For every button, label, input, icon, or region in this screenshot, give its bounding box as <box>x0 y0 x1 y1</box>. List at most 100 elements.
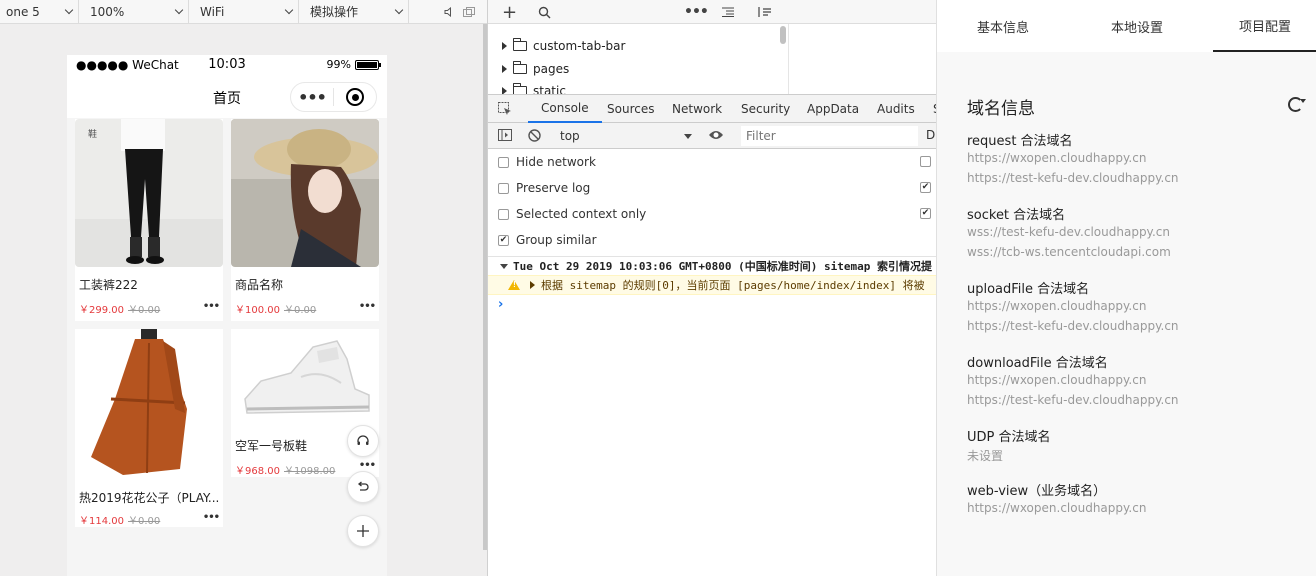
product-price: ￥114.00 ￥0.00 <box>79 516 161 527</box>
expand-arrow-icon <box>502 42 507 50</box>
more-icon[interactable]: ••• <box>684 0 709 24</box>
console-filter-input[interactable] <box>741 126 918 146</box>
original-price: ￥0.00 <box>128 305 161 316</box>
inspect-element-icon[interactable] <box>498 95 512 123</box>
checkbox-checked[interactable]: ✔ <box>920 208 931 219</box>
tab-security[interactable]: Security <box>741 95 790 123</box>
more-icon[interactable]: ••• <box>359 460 376 471</box>
more-icon[interactable]: ••• <box>203 512 220 523</box>
tab-basic-info[interactable]: 基本信息 <box>943 0 1063 52</box>
tab-appdata[interactable]: AppData <box>807 95 859 123</box>
upload-domain-label: uploadFile 合法域名 <box>967 282 1090 297</box>
miniprogram-capsule: ••• <box>290 82 377 112</box>
console-prompt[interactable]: › <box>498 297 503 312</box>
network-select-value: WiFi <box>200 4 225 19</box>
console-warning-row[interactable]: 根据 sitemap 的规则[0]，当前页面 [pages/home/index… <box>488 275 936 295</box>
zoom-select-value: 100% <box>90 4 125 19</box>
context-value: top <box>560 129 580 143</box>
dropdown-arrow-icon <box>684 133 692 139</box>
product-image-sneaker <box>231 329 379 425</box>
tab-sources[interactable]: Sources <box>607 95 654 123</box>
project-settings-panel: 基本信息 本地设置 项目配置 域名信息 request 合法域名 https:/… <box>936 0 1316 576</box>
log-levels-select[interactable]: D <box>926 128 935 142</box>
operation-select-value: 模拟操作 <box>310 5 359 19</box>
chevron-down-icon <box>394 5 404 15</box>
domain-value: https://test-kefu-dev.cloudhappy.cn <box>967 171 1179 185</box>
checkbox[interactable] <box>498 208 509 220</box>
format-icon[interactable] <box>722 0 734 24</box>
expand-arrow-icon <box>530 281 535 289</box>
checkbox[interactable] <box>920 156 931 167</box>
undo-icon <box>357 481 369 491</box>
add-button[interactable] <box>347 515 379 547</box>
tab-network[interactable]: Network <box>672 95 722 123</box>
product-card[interactable]: 商品名称 ￥100.00 ￥0.00 ••• <box>231 119 379 321</box>
context-select[interactable]: top <box>554 126 692 146</box>
more-icon[interactable]: ••• <box>359 301 376 312</box>
option-label: Hide network <box>516 155 596 169</box>
webview-domain-label: web-view（业务域名） <box>967 484 1107 499</box>
close-miniprogram-button[interactable] <box>334 88 376 106</box>
back-button[interactable] <box>347 471 379 503</box>
option-group-similar[interactable]: ✔ Group similar <box>498 231 597 249</box>
devtools-tabs: Console Sources Network Security AppData… <box>488 94 936 123</box>
domain-value: https://wxopen.cloudhappy.cn <box>967 501 1147 515</box>
checkbox[interactable] <box>498 182 509 194</box>
tab-local-settings[interactable]: 本地设置 <box>1077 0 1197 52</box>
product-card[interactable]: 鞋 工装裤222 ￥299.00 ￥0.00 ••• <box>75 119 223 321</box>
option-selected-context[interactable]: Selected context only <box>498 205 646 223</box>
search-icon[interactable] <box>538 0 551 24</box>
battery-icon <box>355 59 381 70</box>
detach-window-icon[interactable] <box>457 0 481 24</box>
product-card[interactable]: 热2019花花公子（PLAY... ￥114.00 ￥0.00 ••• <box>75 329 223 527</box>
console-filter-bar: top D <box>488 123 936 149</box>
plus-icon[interactable]: + <box>502 0 517 24</box>
folder-icon <box>513 38 527 51</box>
domain-value: 未设置 <box>967 449 1004 463</box>
customer-service-button[interactable] <box>347 425 379 457</box>
product-price: ￥100.00 ￥0.00 <box>235 305 317 316</box>
checkbox-checked[interactable]: ✔ <box>498 234 509 246</box>
sidebar-toggle-icon[interactable] <box>498 129 512 144</box>
option-hide-network[interactable]: Hide network <box>498 153 596 171</box>
download-domain-label: downloadFile 合法域名 <box>967 356 1108 371</box>
eye-icon[interactable] <box>708 129 724 144</box>
expand-arrow-icon <box>502 65 507 73</box>
more-icon[interactable]: ••• <box>203 301 220 312</box>
device-select[interactable]: one 5 <box>0 0 79 24</box>
product-name: 商品名称 <box>235 278 284 292</box>
operation-select[interactable]: 模拟操作 <box>299 0 409 24</box>
tree-folder-static[interactable]: static <box>502 81 566 94</box>
zoom-select[interactable]: 100% <box>79 0 189 24</box>
tab-audits[interactable]: Audits <box>877 95 915 123</box>
chevron-down-icon <box>64 5 74 15</box>
checkbox-checked[interactable]: ✔ <box>920 182 931 193</box>
phone-status-bar: ●●●●● WeChat 10:03 99% <box>67 55 387 75</box>
checkbox[interactable] <box>498 156 509 168</box>
project-tabs: 基本信息 本地设置 项目配置 <box>937 0 1316 52</box>
section-title: 域名信息 <box>967 99 1035 119</box>
network-select[interactable]: WiFi <box>189 0 299 24</box>
clear-console-icon[interactable] <box>528 129 541 145</box>
refresh-icon[interactable] <box>1288 97 1303 112</box>
product-price: ￥968.00 ￥1098.00 <box>235 466 336 477</box>
tree-folder-pages[interactable]: pages <box>502 59 569 79</box>
console-log-group[interactable]: Tue Oct 29 2019 10:03:06 GMT+0800 (中国标准时… <box>488 256 936 275</box>
tab-project-config[interactable]: 项目配置 <box>1213 0 1316 52</box>
folder-label: static <box>533 84 566 94</box>
tree-folder-custom-tab-bar[interactable]: custom-tab-bar <box>502 36 625 56</box>
domain-value: wss://tcb-ws.tencentcloudapi.com <box>967 245 1171 259</box>
domain-value: https://wxopen.cloudhappy.cn <box>967 151 1147 165</box>
udp-domain-label: UDP 合法域名 <box>967 430 1051 445</box>
simulator-toolbar: one 5 100% WiFi 模拟操作 <box>0 0 487 24</box>
file-tree: custom-tab-bar pages static <box>488 24 788 94</box>
tab-console[interactable]: Console <box>528 95 602 123</box>
product-price: ￥299.00 ￥0.00 <box>79 305 161 316</box>
split-panel-icon[interactable] <box>758 0 772 24</box>
tree-scrollbar[interactable] <box>780 26 786 44</box>
more-menu-button[interactable]: ••• <box>291 88 333 107</box>
domain-value: https://wxopen.cloudhappy.cn <box>967 299 1147 313</box>
folder-label: pages <box>533 62 570 76</box>
option-preserve-log[interactable]: Preserve log <box>498 179 590 197</box>
domain-value: https://test-kefu-dev.cloudhappy.cn <box>967 393 1179 407</box>
